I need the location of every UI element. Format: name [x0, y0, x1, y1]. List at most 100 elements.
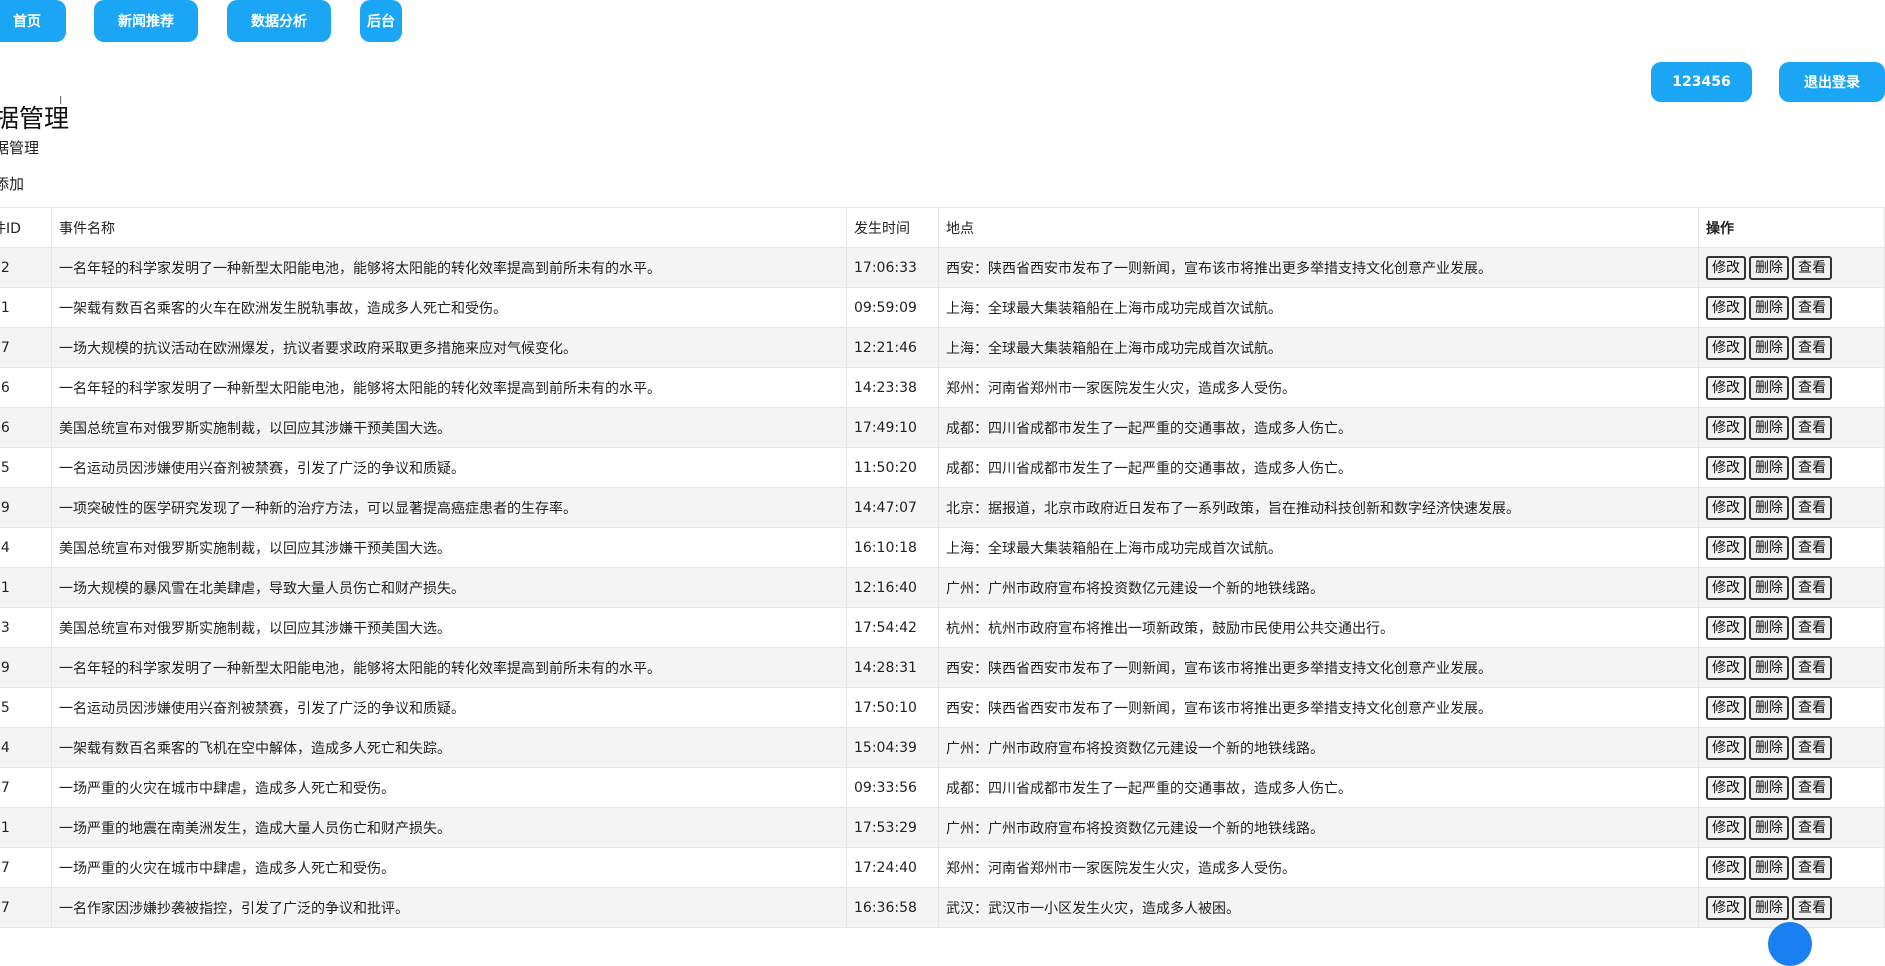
view-button[interactable]: 查看: [1792, 815, 1832, 840]
cell-time: 17:49:10: [846, 407, 939, 448]
edit-button[interactable]: 修改: [1706, 855, 1746, 880]
edit-button[interactable]: 修改: [1706, 535, 1746, 560]
nav-admin-button[interactable]: 后台: [360, 0, 402, 42]
view-button[interactable]: 查看: [1792, 695, 1832, 720]
view-button[interactable]: 查看: [1792, 775, 1832, 800]
nav-analysis-button[interactable]: 数据分析: [227, 0, 331, 42]
table-row: 16美国总统宣布对俄罗斯实施制裁，以回应其涉嫌干预美国大选。17:49:10成都…: [0, 407, 1885, 448]
edit-button[interactable]: 修改: [1706, 335, 1746, 360]
cell-time: 12:21:46: [846, 327, 939, 368]
cell-time: 17:50:10: [846, 687, 939, 728]
delete-button[interactable]: 删除: [1749, 535, 1789, 560]
table-row: 47一场严重的火灾在城市中肆虐，造成多人死亡和受伤。09:33:56成都：四川省…: [0, 767, 1885, 808]
view-button[interactable]: 查看: [1792, 575, 1832, 600]
edit-button[interactable]: 修改: [1706, 255, 1746, 280]
delete-button[interactable]: 删除: [1749, 575, 1789, 600]
delete-button[interactable]: 删除: [1749, 415, 1789, 440]
cell-event-name: 一名作家因涉嫌抄袭被指控，引发了广泛的争议和批评。: [51, 887, 847, 928]
cell-event-name: 美国总统宣布对俄罗斯实施制裁，以回应其涉嫌干预美国大选。: [51, 407, 847, 448]
delete-button[interactable]: 删除: [1749, 615, 1789, 640]
column-header-time: 发生时间: [846, 207, 939, 248]
cell-id: 47: [0, 767, 52, 808]
page-title: 据管理: [0, 104, 70, 133]
delete-button[interactable]: 删除: [1749, 895, 1789, 920]
floating-action-button[interactable]: [1768, 922, 1812, 966]
cell-event-name: 一架载有数百名乘客的火车在欧洲发生脱轨事故，造成多人死亡和受伤。: [51, 287, 847, 328]
table-header-row: 件ID 事件名称 发生时间 地点 操作: [0, 207, 1885, 248]
cell-ops: 修改 删除 查看: [1698, 327, 1885, 368]
nav-home-button[interactable]: 首页: [0, 0, 66, 42]
edit-button[interactable]: 修改: [1706, 495, 1746, 520]
delete-button[interactable]: 删除: [1749, 335, 1789, 360]
user-button[interactable]: 123456: [1651, 62, 1752, 102]
table-row: 41一场严重的地震在南美洲发生，造成大量人员伤亡和财产损失。17:53:29广州…: [0, 807, 1885, 848]
cell-ops: 修改 删除 查看: [1698, 647, 1885, 688]
table-row: 19一项突破性的医学研究发现了一种新的治疗方法，可以显著提高癌症患者的生存率。1…: [0, 487, 1885, 528]
view-button[interactable]: 查看: [1792, 255, 1832, 280]
delete-button[interactable]: 删除: [1749, 295, 1789, 320]
cell-id: 19: [0, 487, 52, 528]
edit-button[interactable]: 修改: [1706, 815, 1746, 840]
view-button[interactable]: 查看: [1792, 295, 1832, 320]
cell-id: 16: [0, 407, 52, 448]
view-button[interactable]: 查看: [1792, 335, 1832, 360]
view-button[interactable]: 查看: [1792, 735, 1832, 760]
view-button[interactable]: 查看: [1792, 655, 1832, 680]
cell-time: 14:23:38: [846, 367, 939, 408]
edit-button[interactable]: 修改: [1706, 695, 1746, 720]
edit-button[interactable]: 修改: [1706, 375, 1746, 400]
edit-button[interactable]: 修改: [1706, 775, 1746, 800]
edit-button[interactable]: 修改: [1706, 455, 1746, 480]
cell-event-name: 一场大规模的抗议活动在欧洲爆发，抗议者要求政府采取更多措施来应对气候变化。: [51, 327, 847, 368]
view-button[interactable]: 查看: [1792, 855, 1832, 880]
cell-id: 73: [0, 607, 52, 648]
view-button[interactable]: 查看: [1792, 455, 1832, 480]
cell-ops: 修改 删除 查看: [1698, 367, 1885, 408]
view-button[interactable]: 查看: [1792, 375, 1832, 400]
view-button[interactable]: 查看: [1792, 415, 1832, 440]
delete-button[interactable]: 删除: [1749, 775, 1789, 800]
edit-button[interactable]: 修改: [1706, 735, 1746, 760]
delete-button[interactable]: 删除: [1749, 495, 1789, 520]
add-link[interactable]: 添加: [0, 173, 24, 194]
cell-id: 75: [0, 447, 52, 488]
cell-id: 72: [0, 247, 52, 288]
cell-event-name: 一项突破性的医学研究发现了一种新的治疗方法，可以显著提高癌症患者的生存率。: [51, 487, 847, 528]
column-header-place: 地点: [938, 207, 1699, 248]
delete-button[interactable]: 删除: [1749, 255, 1789, 280]
edit-button[interactable]: 修改: [1706, 615, 1746, 640]
view-button[interactable]: 查看: [1792, 615, 1832, 640]
delete-button[interactable]: 删除: [1749, 735, 1789, 760]
delete-button[interactable]: 删除: [1749, 855, 1789, 880]
table-row: 24美国总统宣布对俄罗斯实施制裁，以回应其涉嫌干预美国大选。16:10:18上海…: [0, 527, 1885, 568]
cell-event-name: 一名年轻的科学家发明了一种新型太阳能电池，能够将太阳能的转化效率提高到前所未有的…: [51, 367, 847, 408]
view-button[interactable]: 查看: [1792, 495, 1832, 520]
cell-ops: 修改 删除 查看: [1698, 567, 1885, 608]
edit-button[interactable]: 修改: [1706, 655, 1746, 680]
view-button[interactable]: 查看: [1792, 535, 1832, 560]
delete-button[interactable]: 删除: [1749, 455, 1789, 480]
logout-button[interactable]: 退出登录: [1779, 62, 1885, 102]
cell-id: 75: [0, 687, 52, 728]
cell-event-name: 一场严重的地震在南美洲发生，造成大量人员伤亡和财产损失。: [51, 807, 847, 848]
cell-place: 上海：全球最大集装箱船在上海市成功完成首次试航。: [938, 527, 1699, 568]
nav-news-button[interactable]: 新闻推荐: [94, 0, 198, 42]
cell-event-name: 一场严重的火灾在城市中肆虐，造成多人死亡和受伤。: [51, 767, 847, 808]
delete-button[interactable]: 删除: [1749, 695, 1789, 720]
cell-event-name: 美国总统宣布对俄罗斯实施制裁，以回应其涉嫌干预美国大选。: [51, 527, 847, 568]
cell-place: 成都：四川省成都市发生了一起严重的交通事故，造成多人伤亡。: [938, 447, 1699, 488]
view-button[interactable]: 查看: [1792, 895, 1832, 920]
delete-button[interactable]: 删除: [1749, 815, 1789, 840]
delete-button[interactable]: 删除: [1749, 375, 1789, 400]
delete-button[interactable]: 删除: [1749, 655, 1789, 680]
cell-time: 14:47:07: [846, 487, 939, 528]
edit-button[interactable]: 修改: [1706, 895, 1746, 920]
cell-place: 郑州：河南省郑州市一家医院发生火灾，造成多人受伤。: [938, 847, 1699, 888]
edit-button[interactable]: 修改: [1706, 575, 1746, 600]
edit-button[interactable]: 修改: [1706, 295, 1746, 320]
cell-ops: 修改 删除 查看: [1698, 447, 1885, 488]
cell-ops: 修改 删除 查看: [1698, 727, 1885, 768]
edit-button[interactable]: 修改: [1706, 415, 1746, 440]
cell-time: 14:28:31: [846, 647, 939, 688]
cell-id: 41: [0, 567, 52, 608]
